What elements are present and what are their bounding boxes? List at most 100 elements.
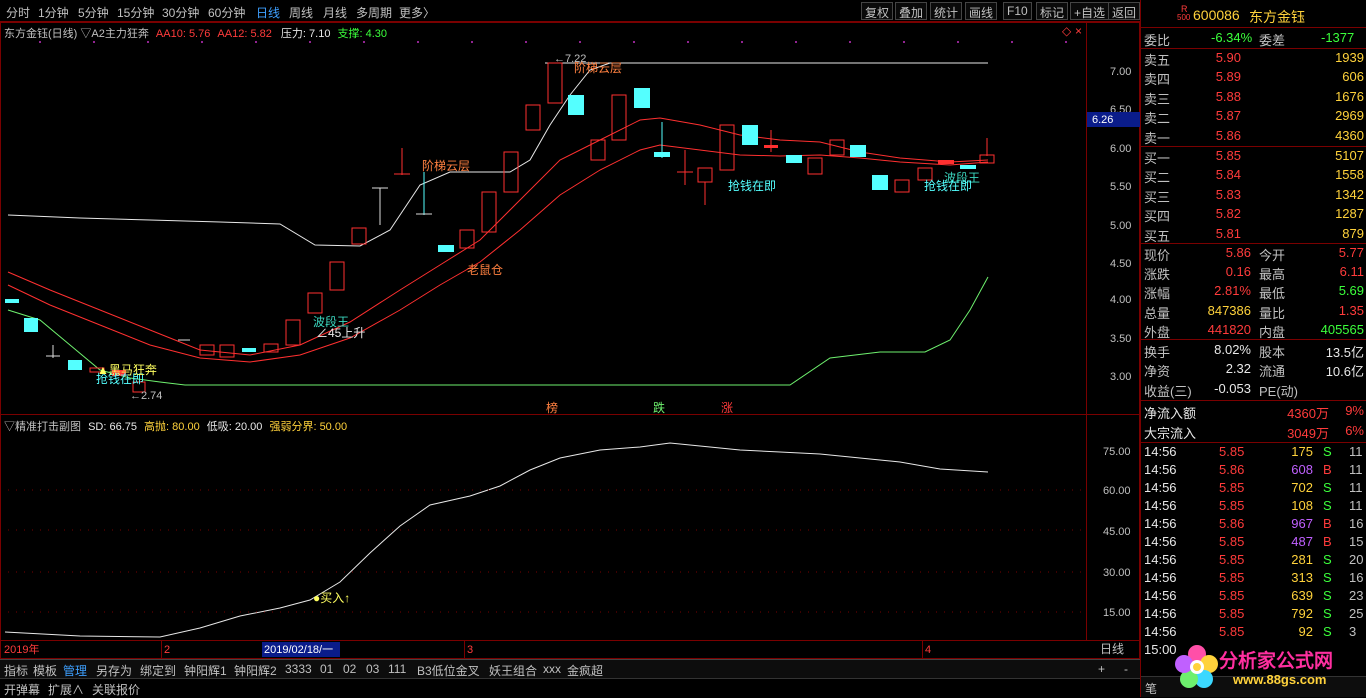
bid-price: 5.85 [1215, 148, 1241, 163]
buy-signal-label: ●买入↑ [313, 591, 350, 605]
tick-time: 14:56 [1144, 462, 1177, 477]
tick-count: 15 [1349, 534, 1364, 549]
tab-yaowang[interactable]: 妖王组合 [489, 662, 537, 679]
tab-01[interactable]: 01 [320, 662, 333, 676]
tick-volume: 639 [1291, 588, 1313, 603]
aa12-value: AA12: 5.82 [217, 28, 272, 40]
tick-price: 5.85 [1219, 480, 1245, 495]
add-tab-icon[interactable]: + [1098, 662, 1105, 676]
period-tab-5min[interactable]: 5分钟 [78, 4, 109, 21]
bid-row[interactable]: 买二 5.84 1558 [1141, 166, 1366, 185]
fund-row[interactable]: 净资 2.32 流通 10.6亿 [1141, 360, 1366, 379]
fund-row[interactable]: 换手 8.02% 股本 13.5亿 [1141, 341, 1366, 360]
watermark-url: www.88gs.com [1233, 672, 1327, 687]
stat-row[interactable]: 总量 847386 量比 1.35 [1141, 302, 1366, 321]
period-tab-15min[interactable]: 15分钟 [117, 4, 154, 21]
tab-02[interactable]: 02 [343, 662, 356, 676]
f10-button[interactable]: F10 [1003, 2, 1032, 20]
stats-button[interactable]: 统计 [930, 2, 963, 20]
indicator-name[interactable]: ▽A2主力狂奔 [80, 28, 148, 40]
close-icon[interactable]: × [1075, 24, 1082, 38]
bid-level-label: 买四 [1144, 209, 1171, 225]
collapse-icon[interactable]: ◇ [1062, 24, 1071, 38]
tick-count: 23 [1349, 588, 1364, 603]
period-tab-1min[interactable]: 1分钟 [38, 4, 69, 21]
back-button[interactable]: 返回 [1108, 2, 1141, 20]
overlay-button[interactable]: 叠加 [895, 2, 928, 20]
tab-indicator[interactable]: 指标 [4, 662, 28, 679]
ask-level-label: 卖一 [1144, 130, 1171, 146]
price-tick-400: 4.00 [1110, 294, 1131, 306]
period-tab-fenshi[interactable]: 分时 [6, 4, 30, 21]
tab-manage[interactable]: 管理 [63, 662, 87, 679]
bid-row[interactable]: 买三 5.83 1342 [1141, 186, 1366, 205]
fund-value: 8.02% [1214, 342, 1251, 357]
danmaku-button[interactable]: 开弹幕 [4, 681, 40, 698]
sub-indicator-name[interactable]: ▽精准打击副图 [4, 421, 81, 433]
tab-3333[interactable]: 3333 [285, 662, 312, 676]
sub-indicator-info: ▽精准打击副图 SD: 66.75 高抛: 80.00 低吸: 20.00 强弱… [4, 418, 347, 434]
fund-row[interactable]: 收益(三) -0.053 PE(动) [1141, 380, 1366, 399]
period-tab-more[interactable]: 更多〉 [399, 4, 435, 21]
low-annotation: ←2.74 [130, 390, 162, 402]
tab-03[interactable]: 03 [366, 662, 379, 676]
tick-volume: 108 [1291, 498, 1313, 513]
tick-count: 20 [1349, 552, 1364, 567]
boundary-value: 强弱分界: 50.00 [269, 421, 348, 433]
tab-zyh1[interactable]: 钟阳辉1 [184, 662, 227, 679]
add-watchlist-button[interactable]: +自选 [1070, 2, 1110, 20]
tab-b3[interactable]: B3低位金叉 [417, 662, 480, 679]
stat-row[interactable]: 现价 5.86 今开 5.77 [1141, 244, 1366, 263]
remove-tab-icon[interactable]: - [1124, 662, 1128, 676]
grab-label-1: 抢钱在即 [728, 178, 776, 193]
flow-value: 4360万 [1287, 406, 1329, 421]
sub-tick-75: 75.00 [1103, 446, 1131, 458]
tick-count: 11 [1349, 444, 1363, 459]
period-tab-multi[interactable]: 多周期 [356, 4, 392, 21]
period-tab-daily[interactable]: 日线 [256, 4, 280, 21]
period-tab-30min[interactable]: 30分钟 [162, 4, 199, 21]
stat-row[interactable]: 外盘 441820 内盘 405565 [1141, 321, 1366, 340]
kline-chart[interactable]: 7.00 6.50 6.00 5.50 5.00 4.50 4.00 3.50 … [0, 22, 1140, 662]
tab-xxx[interactable]: xxx [543, 662, 561, 676]
tab-template[interactable]: 模板 [33, 662, 57, 679]
flow-row[interactable]: 大宗流入 3049万 6% [1141, 422, 1366, 441]
period-tab-monthly[interactable]: 月线 [323, 4, 347, 21]
draw-button[interactable]: 画线 [965, 2, 998, 20]
ask-row[interactable]: 卖三 5.88 1676 [1141, 88, 1366, 107]
stat-label: 涨跌 [1144, 267, 1171, 283]
bid-row[interactable]: 买一 5.85 5107 [1141, 147, 1366, 166]
tick-side: B [1323, 534, 1332, 549]
stat-row[interactable]: 涨跌 0.16 最高 6.11 [1141, 263, 1366, 282]
mark-button[interactable]: 标记 [1036, 2, 1069, 20]
bid-volume: 1287 [1335, 206, 1364, 222]
expand-button[interactable]: 扩展∧ [48, 681, 84, 698]
tick-time: 14:56 [1144, 588, 1177, 603]
ask-volume: 4360 [1335, 127, 1364, 143]
tick-time: 14:56 [1144, 444, 1177, 459]
related-quote-button[interactable]: 关联报价 [92, 681, 140, 698]
adjust-button[interactable]: 复权 [861, 2, 894, 20]
tab-save-as[interactable]: 另存为 [96, 662, 132, 679]
ask-row[interactable]: 卖五 5.90 1939 [1141, 49, 1366, 68]
tab-jinfengchao[interactable]: 金疯超 [567, 662, 603, 679]
ask-level-label: 卖五 [1144, 53, 1171, 68]
bid-row[interactable]: 买五 5.81 879 [1141, 225, 1366, 244]
tab-bind-to[interactable]: 绑定到 [140, 662, 176, 679]
tab-111[interactable]: 111 [388, 662, 406, 676]
tick-time: 14:56 [1144, 606, 1177, 621]
tick-time: 14:56 [1144, 534, 1177, 549]
tick-volume: 702 [1291, 480, 1313, 495]
tab-zyh2[interactable]: 钟阳辉2 [234, 662, 277, 679]
period-tab-weekly[interactable]: 周线 [289, 4, 313, 21]
ask-row[interactable]: 卖四 5.89 606 [1141, 68, 1366, 87]
bid-row[interactable]: 买四 5.82 1287 [1141, 205, 1366, 224]
price-tick-600: 6.00 [1110, 143, 1131, 155]
stat-row[interactable]: 涨幅 2.81% 最低 5.69 [1141, 282, 1366, 301]
flow-row[interactable]: 净流入额 4360万 9% [1141, 402, 1366, 421]
ask-row[interactable]: 卖二 5.87 2969 [1141, 107, 1366, 126]
stat-label: 最高 [1259, 267, 1286, 283]
period-tab-60min[interactable]: 60分钟 [208, 4, 245, 21]
ask-row[interactable]: 卖一 5.86 4360 [1141, 127, 1366, 146]
subchart-line [4, 442, 989, 638]
